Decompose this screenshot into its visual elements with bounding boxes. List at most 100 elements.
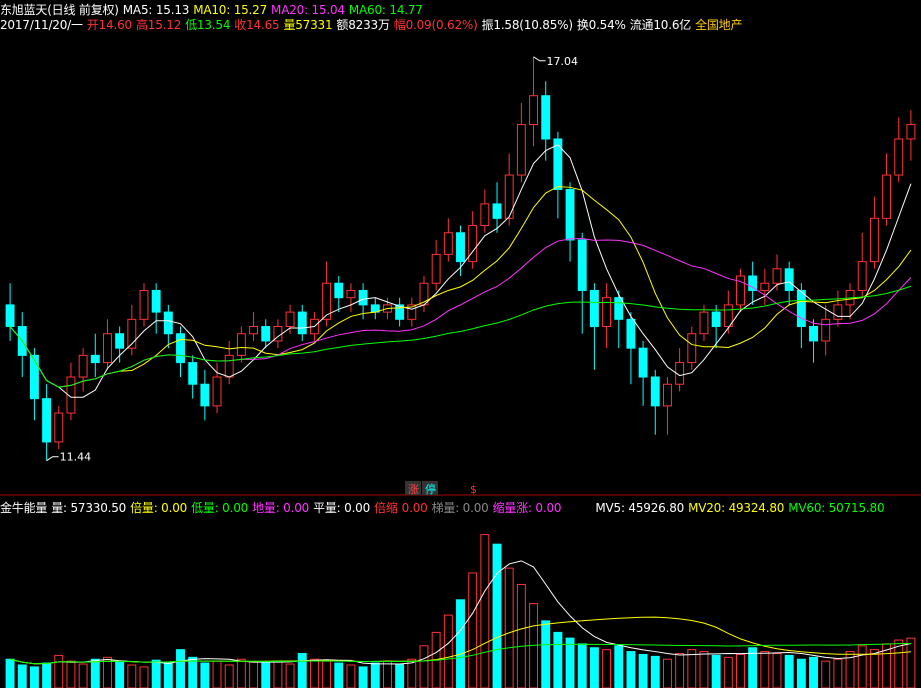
volume-bar <box>869 649 879 688</box>
volume-bar <box>163 662 173 688</box>
volume-bar <box>516 583 526 688</box>
candle-body <box>443 232 453 255</box>
candle-body <box>869 217 879 263</box>
candle-body <box>358 289 368 306</box>
volume-bar <box>456 599 465 688</box>
candle-body <box>529 95 538 126</box>
candle-body <box>480 203 490 227</box>
volume-bar <box>224 664 234 688</box>
volume-bar <box>115 661 125 688</box>
stock-chart[interactable]: 17.04 11.44 涨 停 $ <box>0 0 921 688</box>
volume-bar <box>480 534 490 688</box>
volume-bar <box>29 666 39 688</box>
candle-body <box>796 289 806 328</box>
candle-body <box>200 383 210 407</box>
volume-bar <box>553 631 563 688</box>
volume-bar <box>687 649 697 688</box>
candles-layer <box>5 56 916 461</box>
candle-body <box>650 376 660 407</box>
volume-bar <box>5 658 15 688</box>
candle-body <box>431 253 441 284</box>
candle-body <box>54 412 64 443</box>
candle-body <box>748 275 758 291</box>
candle-body <box>662 383 672 407</box>
volume-bar <box>821 660 831 688</box>
candle-body <box>5 304 15 328</box>
volume-bar <box>602 649 612 688</box>
candle-body <box>90 354 100 364</box>
volume-bar <box>103 656 112 688</box>
volume-bar <box>273 660 283 688</box>
volume-bar <box>772 652 782 688</box>
candle-body <box>176 333 185 364</box>
volume-bar <box>675 652 685 688</box>
volume-bar <box>736 653 745 688</box>
candle-body <box>334 282 344 299</box>
volume-bar <box>784 654 794 688</box>
volume-bar <box>346 664 356 688</box>
candle-body <box>772 268 782 284</box>
volume-bar <box>443 614 453 688</box>
candle-body <box>626 318 636 349</box>
volume-bar <box>468 572 478 688</box>
volume-bar <box>78 663 88 688</box>
candle-body <box>29 354 39 400</box>
volume-bar <box>383 660 392 688</box>
candle-body <box>468 225 478 263</box>
candle-body <box>151 289 161 313</box>
volume-bar <box>139 666 149 688</box>
volume-bar <box>309 658 319 688</box>
volume-bar <box>650 655 660 688</box>
volume-bar <box>176 649 185 688</box>
dollar-marker: $ <box>470 483 477 496</box>
candle-body <box>857 261 867 291</box>
volume-bar <box>626 651 636 688</box>
candle-body <box>882 174 892 219</box>
low-price-pointer <box>46 456 59 462</box>
candle-body <box>42 398 52 443</box>
volume-bar <box>236 658 246 688</box>
volume-bar <box>638 653 648 688</box>
candle-body <box>297 311 307 335</box>
candle-body <box>894 138 904 176</box>
volume-bar <box>760 651 770 688</box>
candle-body <box>249 326 259 335</box>
candle-body <box>139 289 149 320</box>
volume-bar <box>334 662 344 688</box>
candle-body <box>577 239 587 291</box>
candle-body <box>565 188 575 241</box>
volume-bar <box>565 637 575 688</box>
candle-body <box>163 311 173 335</box>
volume-bar <box>297 652 307 688</box>
volume-bar <box>127 664 137 688</box>
candle-body <box>261 326 271 342</box>
candle-body <box>188 362 198 385</box>
candle-body <box>906 124 916 140</box>
volume-bar <box>662 658 672 688</box>
volume-bar <box>322 660 332 688</box>
volume-bar <box>261 662 271 688</box>
volume-bar <box>54 654 64 688</box>
candle-body <box>638 347 648 378</box>
volume-bar <box>285 663 295 688</box>
candle-body <box>614 297 624 320</box>
volume-bar <box>17 664 27 688</box>
candle-body <box>541 95 551 140</box>
candle-body <box>516 124 526 176</box>
volume-bar <box>419 645 429 688</box>
candle-body <box>115 333 125 349</box>
volume-bar <box>212 660 222 688</box>
volume-bar <box>358 666 368 688</box>
annotation-layer: 17.04 11.44 涨 停 $ <box>46 55 578 496</box>
candle-body <box>346 289 356 299</box>
volume-bar <box>723 656 733 688</box>
limit-up-badge-2: 停 <box>425 482 436 496</box>
volume-bar <box>906 637 916 688</box>
volume-bar <box>200 662 210 688</box>
volume-bar <box>614 645 624 688</box>
volume-bar <box>66 660 76 688</box>
candle-body <box>687 333 697 364</box>
candle-body <box>784 268 794 291</box>
candle-body <box>760 282 770 291</box>
volume-bar <box>370 662 380 688</box>
